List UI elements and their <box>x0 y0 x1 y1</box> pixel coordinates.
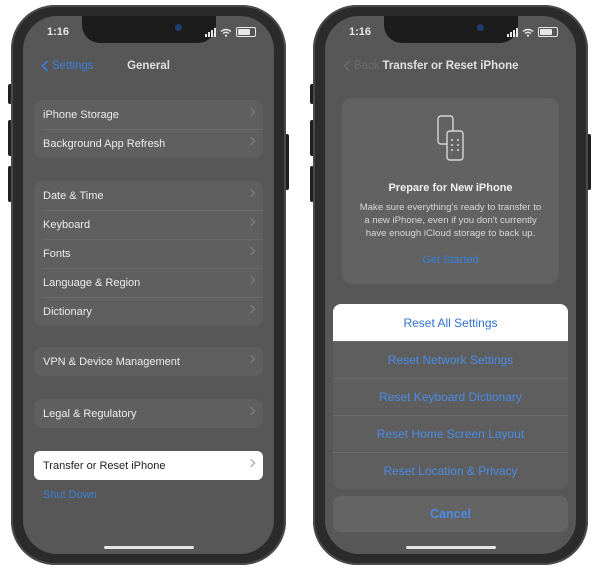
settings-item-legal-regulatory[interactable]: Legal & Regulatory <box>34 399 263 428</box>
settings-item-date-time[interactable]: Date & Time <box>34 181 263 210</box>
settings-item-language-region[interactable]: Language & Region <box>34 268 263 297</box>
settings-item-background-app-refresh[interactable]: Background App Refresh <box>34 129 263 158</box>
battery-icon <box>538 27 558 37</box>
phone-transfer-icon <box>436 115 464 161</box>
battery-icon <box>236 27 256 37</box>
settings-item-iphone-storage[interactable]: iPhone Storage <box>34 100 263 129</box>
reset-location-privacy-button[interactable]: Reset Location & Privacy <box>333 452 568 489</box>
wifi-icon <box>522 28 534 37</box>
chevron-right-icon <box>246 136 256 146</box>
status-bar: 1:16 <box>325 24 576 40</box>
chevron-right-icon <box>246 107 256 117</box>
prepare-title: Prepare for New iPhone <box>388 182 513 194</box>
settings-item-fonts[interactable]: Fonts <box>34 239 263 268</box>
reset-network-settings-button[interactable]: Reset Network Settings <box>333 341 568 378</box>
chevron-right-icon <box>246 304 256 314</box>
page-title: General <box>127 60 170 72</box>
reset-all-settings-button[interactable]: Reset All Settings <box>333 304 568 341</box>
chevron-right-icon <box>246 406 256 416</box>
chevron-right-icon <box>246 246 256 256</box>
right-phone: 1:16 Back Transfer or Reset iPhone Prepa… <box>313 5 588 565</box>
get-started-link[interactable]: Get Started <box>342 254 559 266</box>
status-time: 1:16 <box>349 26 372 38</box>
signal-icon <box>205 27 216 37</box>
settings-group-legal: Legal & Regulatory <box>34 399 263 428</box>
chevron-right-icon <box>246 275 256 285</box>
prepare-description: Make sure everything's ready to transfer… <box>359 202 542 239</box>
settings-group-vpn: VPN & Device Management <box>34 347 263 376</box>
settings-item-transfer-reset[interactable]: Transfer or Reset iPhone <box>34 451 263 480</box>
signal-icon <box>507 27 518 37</box>
wifi-icon <box>220 28 232 37</box>
chevron-right-icon <box>246 188 256 198</box>
settings-group-storage: iPhone Storage Background App Refresh <box>34 100 263 158</box>
settings-item-keyboard[interactable]: Keyboard <box>34 210 263 239</box>
home-indicator <box>405 546 496 549</box>
chevron-right-icon <box>246 354 256 364</box>
chevron-right-icon <box>246 458 256 468</box>
nav-bar: Settings General <box>23 58 274 78</box>
page-title: Transfer or Reset iPhone <box>382 60 519 72</box>
home-indicator <box>103 546 194 549</box>
chevron-right-icon <box>246 217 256 227</box>
shut-down-link[interactable]: Shut Down <box>43 489 97 501</box>
cancel-button[interactable]: Cancel <box>333 496 568 532</box>
left-screen: 1:16 Settings General iPhone Storage Bac… <box>23 16 274 554</box>
reset-keyboard-dictionary-button[interactable]: Reset Keyboard Dictionary <box>333 378 568 415</box>
settings-item-dictionary[interactable]: Dictionary <box>34 297 263 326</box>
right-screen: 1:16 Back Transfer or Reset iPhone Prepa… <box>325 16 576 554</box>
reset-home-screen-layout-button[interactable]: Reset Home Screen Layout <box>333 415 568 452</box>
status-bar: 1:16 <box>23 24 274 40</box>
settings-item-vpn-device-management[interactable]: VPN & Device Management <box>34 347 263 376</box>
prepare-card: Prepare for New iPhone Make sure everyth… <box>342 98 559 284</box>
status-time: 1:16 <box>47 26 70 38</box>
nav-bar: Back Transfer or Reset iPhone <box>325 58 576 78</box>
settings-group-locale: Date & Time Keyboard Fonts Language & Re… <box>34 181 263 326</box>
left-phone: 1:16 Settings General iPhone Storage Bac… <box>11 5 286 565</box>
reset-action-sheet: Reset All Settings Reset Network Setting… <box>333 304 568 489</box>
